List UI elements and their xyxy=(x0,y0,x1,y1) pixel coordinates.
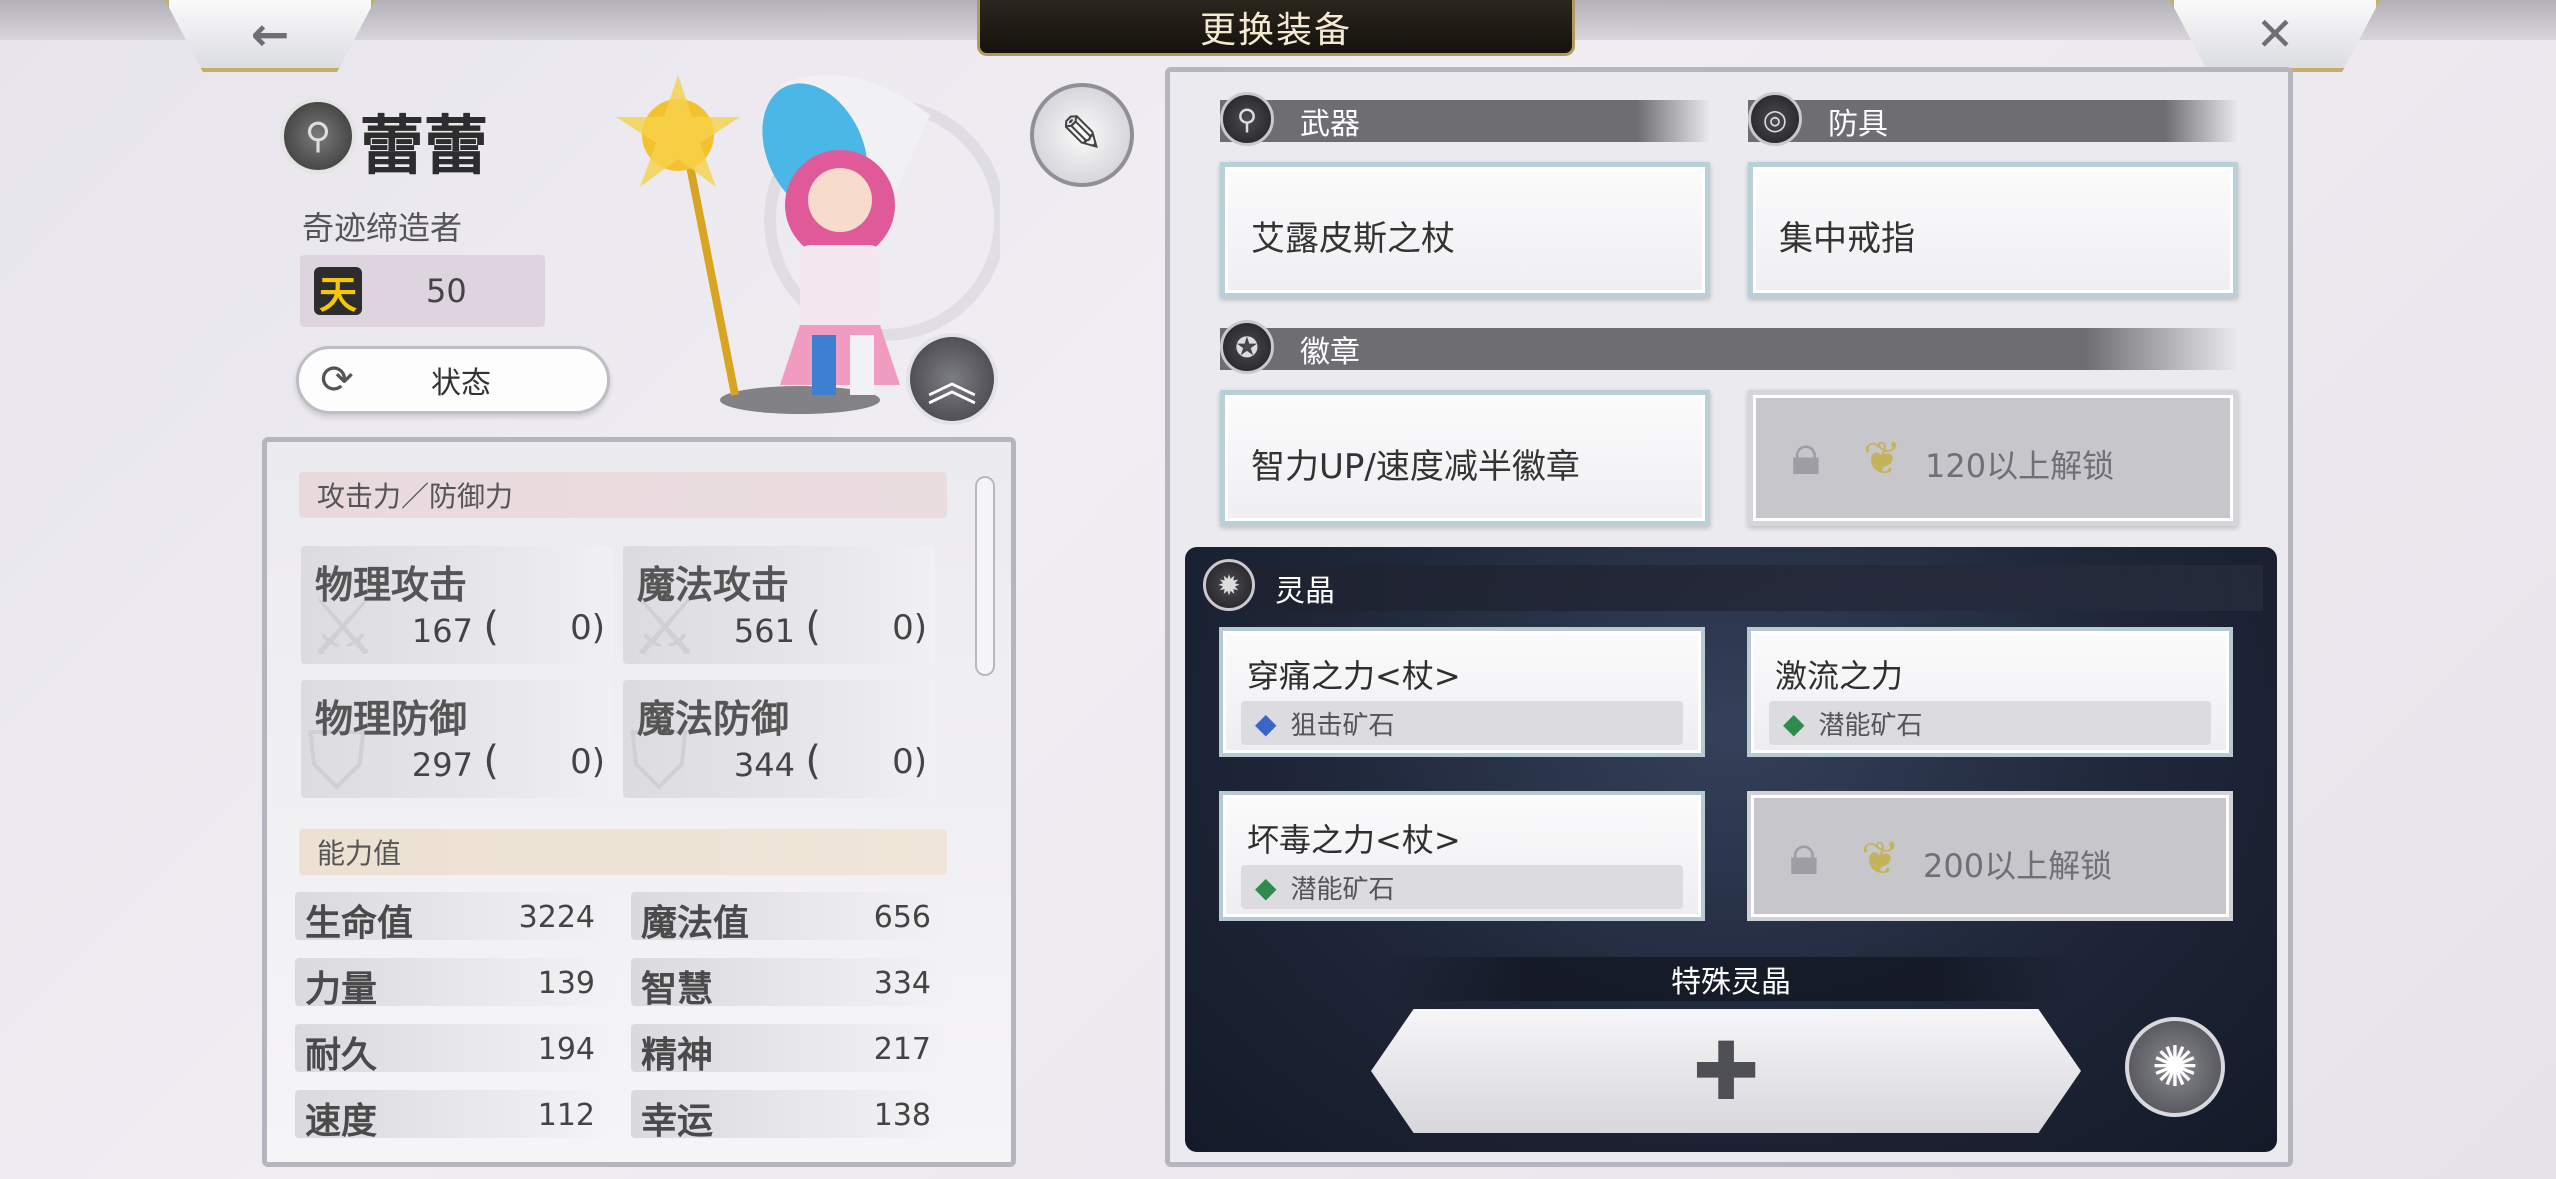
character-name: 蕾蕾 xyxy=(360,110,488,184)
lock-icon: 🔒︎ xyxy=(1789,823,1819,888)
spirit-slot[interactable]: 激流之力 ◆ 潜能矿石 xyxy=(1747,627,2233,757)
stat-name: 物理防御 xyxy=(315,697,468,741)
spirit-name: 激流之力 xyxy=(1775,657,1904,695)
crystal-wheel-icon: ✹ xyxy=(1203,559,1255,611)
back-arrow-icon: ← xyxy=(250,7,290,61)
stat-value: 344 xyxy=(733,746,795,784)
attack-defense-header: 攻击力／防御力 xyxy=(299,472,947,518)
staff-class-icon: ⚲ xyxy=(280,98,356,174)
stat-name: 魔法攻击 xyxy=(637,563,790,607)
ability-row: 魔法值 656 xyxy=(631,892,949,944)
weapon-slot[interactable]: 艾露皮斯之杖 xyxy=(1220,162,1710,298)
stat-value: 297 xyxy=(411,746,473,784)
page-title: 更换装备 xyxy=(977,0,1575,56)
ability-row: 幸运 138 xyxy=(631,1090,949,1142)
badge-header: 徽章 xyxy=(1220,328,2238,370)
stat-card-magic-attack: ⚔ 魔法攻击 561 ( 0) xyxy=(623,546,935,673)
back-button[interactable]: ← xyxy=(165,0,375,72)
memo-icon: ✎ xyxy=(1060,105,1104,165)
ability-row: 生命值 3224 xyxy=(295,892,613,944)
armor-header: 防具 xyxy=(1748,100,2238,142)
green-ore-icon: ◆ xyxy=(1783,706,1805,740)
character-subtitle: 奇迹缔造者 xyxy=(302,209,463,247)
plus-icon: ✚ xyxy=(1692,1024,1760,1118)
ore-row: ◆ 潜能矿石 xyxy=(1769,701,2211,745)
level-value: 50 xyxy=(426,272,467,310)
spirit-name: 坏毒之力<杖> xyxy=(1247,821,1461,859)
feather-icon: ❦ xyxy=(1861,831,1900,885)
armor-slot[interactable]: 集中戒指 xyxy=(1748,162,2238,298)
spirit-slot-locked: 🔒︎ ❦ 200以上解锁 xyxy=(1747,791,2233,921)
ability-row: 力量 139 xyxy=(295,958,613,1010)
unlock-requirement: 200以上解锁 xyxy=(1923,847,2113,885)
expand-up-button[interactable]: ︽ xyxy=(906,333,998,425)
equipment-panel: 武器 ⚲ 艾露皮斯之杖 防具 ◎ 集中戒指 徽章 ✪ 智力UP/速度减半徽章 🔒… xyxy=(1165,67,2293,1167)
rank-icon: 天 xyxy=(314,267,362,317)
ability-row: 精神 217 xyxy=(631,1024,949,1076)
ability-row: 智慧 334 xyxy=(631,958,949,1010)
stats-panel: 攻击力／防御力 ⚔ 物理攻击 167 ( 0) ⚔ 魔法攻击 561 ( 0) … xyxy=(262,437,1016,1167)
stat-bonus: 0) xyxy=(892,742,927,782)
stat-bonus: 0) xyxy=(570,742,605,782)
spirit-header: 灵晶 xyxy=(1203,565,2263,611)
ore-name: 狙击矿石 xyxy=(1290,710,1395,741)
memo-button[interactable]: ✎ xyxy=(1030,83,1134,187)
stat-bonus: 0) xyxy=(570,608,605,648)
sparkle-icon: ✺ xyxy=(2151,1034,2199,1100)
ore-name: 潜能矿石 xyxy=(1290,874,1395,905)
blue-ore-icon: ◆ xyxy=(1255,706,1277,740)
stat-value: 167 xyxy=(411,612,473,650)
stat-card-physical-attack: ⚔ 物理攻击 167 ( 0) xyxy=(301,546,613,673)
auto-equip-button[interactable]: ✺ xyxy=(2125,1017,2225,1117)
badge-name: 智力UP/速度减半徽章 xyxy=(1251,447,1580,487)
weapon-name: 艾露皮斯之杖 xyxy=(1251,219,1455,259)
stats-scrollbar[interactable] xyxy=(975,476,995,676)
green-ore-icon: ◆ xyxy=(1255,870,1277,904)
stat-card-magic-defense: ⛉ 魔法防御 344 ( 0) xyxy=(623,680,935,807)
close-button[interactable]: ✕ xyxy=(2170,0,2380,72)
status-label: 状态 xyxy=(431,366,491,401)
armor-name: 集中戒指 xyxy=(1779,219,1915,259)
ore-row: ◆ 狙击矿石 xyxy=(1241,701,1683,745)
ability-row: 耐久 194 xyxy=(295,1024,613,1076)
special-spirit-label: 特殊灵晶 xyxy=(1385,957,2077,1001)
ability-row: 速度 112 xyxy=(295,1090,613,1142)
add-special-spirit-button[interactable]: ✚ xyxy=(1371,1009,2081,1133)
spirit-slot[interactable]: 坏毒之力<杖> ◆ 潜能矿石 xyxy=(1219,791,1705,921)
spirit-crystal-panel: 灵晶 ✹ 穿痛之力<杖> ◆ 狙击矿石 激流之力 ◆ 潜能矿石 坏毒之力<杖> … xyxy=(1185,547,2277,1152)
spirit-slot[interactable]: 穿痛之力<杖> ◆ 狙击矿石 xyxy=(1219,627,1705,757)
lock-icon: 🔒︎ xyxy=(1791,423,1821,488)
stat-name: 物理攻击 xyxy=(315,563,468,607)
staff-icon: ⚲ xyxy=(1220,92,1274,146)
spirit-name: 穿痛之力<杖> xyxy=(1247,657,1461,695)
level-box: 天 50 xyxy=(300,255,545,327)
ore-row: ◆ 潜能矿石 xyxy=(1241,865,1683,909)
badge-slot[interactable]: 智力UP/速度减半徽章 xyxy=(1220,390,1710,526)
refresh-icon: ⟳ xyxy=(320,357,354,403)
status-button[interactable]: ⟳ 状态 xyxy=(296,346,610,414)
unlock-requirement: 120以上解锁 xyxy=(1925,447,2115,485)
weapon-header: 武器 xyxy=(1220,100,1710,142)
feather-icon: ❦ xyxy=(1863,431,1902,485)
ore-name: 潜能矿石 xyxy=(1818,710,1923,741)
stat-value: 561 xyxy=(733,612,795,650)
badge-slot-locked: 🔒︎ ❦ 120以上解锁 xyxy=(1748,390,2238,526)
stat-bonus: 0) xyxy=(892,608,927,648)
star-badge-icon: ✪ xyxy=(1220,320,1274,374)
double-chevron-up-icon: ︽ xyxy=(927,354,977,412)
stat-name: 魔法防御 xyxy=(637,697,790,741)
ring-icon: ◎ xyxy=(1748,92,1802,146)
ability-header: 能力值 xyxy=(299,829,947,875)
stat-card-physical-defense: ⛉ 物理防御 297 ( 0) xyxy=(301,680,613,807)
close-icon: ✕ xyxy=(2255,7,2295,61)
